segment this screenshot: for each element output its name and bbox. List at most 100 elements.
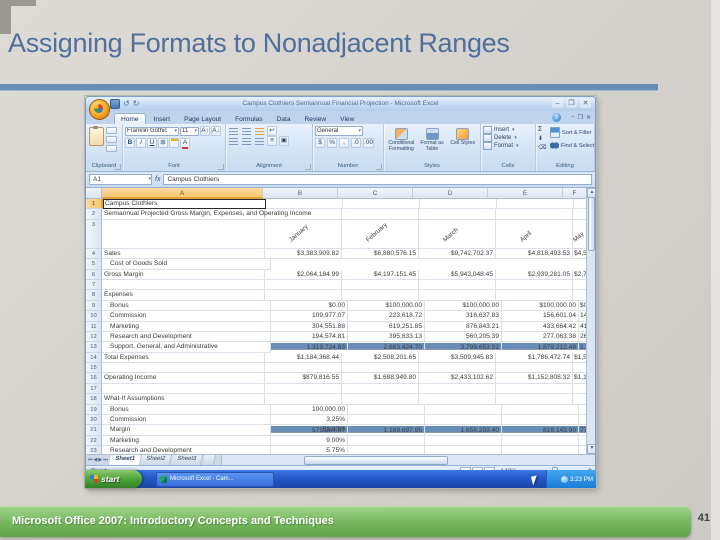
row-header-18[interactable]: 18 [86, 394, 102, 405]
row-header-23[interactable]: 23 [86, 446, 102, 454]
insert-cells-button[interactable]: Insert ▾ [483, 126, 533, 134]
number-format-select[interactable]: General ▾ [315, 126, 363, 136]
cell-A19[interactable]: Bonus [102, 404, 271, 416]
cell-C16[interactable]: $1,688,949.80 [342, 373, 419, 384]
accounting-format-icon[interactable]: $ [315, 138, 325, 148]
row-header-19[interactable]: 19 [86, 404, 102, 416]
cell-F2[interactable] [573, 209, 587, 220]
align-right-icon[interactable] [255, 137, 264, 145]
cell-D14[interactable]: $3,509,945.83 [419, 352, 496, 364]
cell-B21[interactable]: 61.00% [271, 425, 348, 436]
cell-C20[interactable] [348, 415, 425, 426]
autosum-icon[interactable]: Σ [538, 126, 546, 133]
delete-cells-button[interactable]: Delete ▾ [483, 134, 533, 142]
row-header-7[interactable]: 7 [86, 279, 102, 291]
cell-D22[interactable] [425, 435, 502, 447]
row-header-16[interactable]: 16 [86, 373, 102, 384]
cell-C3[interactable]: February [342, 219, 419, 249]
cell-D20[interactable] [425, 415, 502, 426]
cell-B6[interactable]: $2,064,184.99 [265, 269, 342, 280]
cell-C12[interactable]: 395,633.13 [348, 331, 425, 343]
restore-icon[interactable]: ❐ [566, 99, 577, 108]
cell-D8[interactable] [419, 290, 496, 301]
fill-color-icon[interactable] [169, 138, 179, 148]
cell-E20[interactable] [502, 415, 579, 426]
cell-F4[interactable]: $4,566,722.63 [573, 248, 587, 260]
cell-C4[interactable]: $6,880,576.15 [342, 248, 419, 260]
cell-E12[interactable]: 277,063.38 [502, 331, 579, 343]
cell-F6[interactable]: $2,785,700.80 [573, 269, 587, 280]
cell-E2[interactable] [496, 209, 573, 220]
align-middle-icon[interactable] [242, 127, 251, 135]
cell-F7[interactable] [573, 279, 587, 291]
formula-input[interactable]: Campus Clothiers [163, 174, 592, 185]
cell-B7[interactable] [265, 279, 342, 291]
cell-B9[interactable]: $0.00 [271, 300, 348, 312]
conditional-formatting-button[interactable]: Conditional Formatting [386, 126, 417, 162]
row-header-15[interactable]: 15 [86, 363, 102, 374]
prev-sheet-icon[interactable]: ◀ [94, 457, 98, 463]
cell-B20[interactable]: 3.25% [271, 415, 348, 426]
format-painter-icon[interactable] [106, 145, 117, 152]
cell-B23[interactable]: 5.75% [271, 446, 348, 454]
percent-style-icon[interactable]: % [327, 138, 337, 148]
cell-B15[interactable] [265, 363, 342, 374]
cell-E17[interactable] [496, 383, 573, 395]
cell-A9[interactable]: Bonus [102, 300, 271, 312]
cell-B1[interactable] [266, 199, 343, 210]
align-center-icon[interactable] [242, 137, 251, 145]
horizontal-scroll-thumb[interactable] [303, 456, 448, 465]
cell-E16[interactable]: $1,152,808.32 [496, 373, 573, 384]
clock[interactable]: 3:23 PM [570, 476, 593, 483]
row-header-3[interactable]: 3 [86, 219, 102, 249]
cell-C23[interactable] [348, 446, 425, 454]
cell-A14[interactable]: Total Expenses [102, 352, 265, 364]
row-header-10[interactable]: 10 [86, 311, 102, 322]
cell-F3[interactable]: May [573, 219, 587, 249]
cell-A22[interactable]: Marketing [102, 435, 271, 447]
cell-E3[interactable]: April [496, 219, 573, 249]
row-header-17[interactable]: 17 [86, 383, 102, 395]
cell-A23[interactable]: Research and Development [102, 446, 271, 454]
column-header-A[interactable]: A [102, 188, 263, 199]
cell-F8[interactable] [573, 290, 587, 301]
workbook-restore-icon[interactable]: ❐ [578, 114, 583, 121]
cell-C18[interactable] [342, 394, 419, 405]
cell-D6[interactable]: $5,943,048.45 [419, 269, 496, 280]
shrink-font-icon[interactable]: A↓ [211, 126, 221, 136]
font-name-select[interactable]: Franklin Gothic ▾ [125, 126, 179, 136]
cell-E21[interactable] [502, 425, 579, 436]
cell-B10[interactable]: 109,977.07 [271, 311, 348, 322]
cell-F14[interactable]: $1,598,352.92 [573, 352, 587, 364]
cell-C7[interactable] [342, 279, 419, 291]
column-header-B[interactable]: B [263, 188, 338, 199]
align-left-icon[interactable] [229, 137, 238, 145]
bold-button[interactable]: B [125, 138, 135, 148]
cell-C19[interactable] [348, 404, 425, 416]
help-icon[interactable]: ? [552, 113, 561, 122]
cell-A16[interactable]: Operating Income [102, 373, 265, 384]
cell-A5[interactable]: Cost of Goods Sold [102, 259, 271, 270]
paste-icon[interactable] [89, 126, 104, 146]
cell-B22[interactable]: 9.00% [271, 435, 348, 447]
cell-C17[interactable] [342, 383, 419, 395]
row-header-2[interactable]: 2 [86, 209, 102, 220]
cell-D3[interactable]: March [419, 219, 496, 249]
cell-B17[interactable] [265, 383, 342, 395]
cell-F16[interactable]: $1,187,347.88 [573, 373, 587, 384]
cell-A15[interactable] [102, 363, 265, 374]
vertical-scrollbar[interactable]: ▲ ▼ [586, 188, 595, 454]
cell-D7[interactable] [419, 279, 496, 291]
cell-D18[interactable] [419, 394, 496, 405]
cell-E9[interactable]: $100,000.00 [502, 300, 579, 312]
cell-A11[interactable]: Marketing [102, 321, 271, 332]
name-box[interactable]: A1 ▾ [89, 174, 152, 185]
wrap-text-icon[interactable]: ↩ [267, 126, 277, 136]
start-button[interactable]: start [85, 470, 142, 488]
row-header-22[interactable]: 22 [86, 435, 102, 447]
cell-D4[interactable]: $9,742,702.37 [419, 248, 496, 260]
cell-C9[interactable]: $100,000.00 [348, 300, 425, 312]
cell-E14[interactable]: $1,786,472.74 [496, 352, 573, 364]
cell-A12[interactable]: Research and Development [102, 331, 271, 343]
dialog-launcher-icon[interactable] [218, 164, 224, 170]
